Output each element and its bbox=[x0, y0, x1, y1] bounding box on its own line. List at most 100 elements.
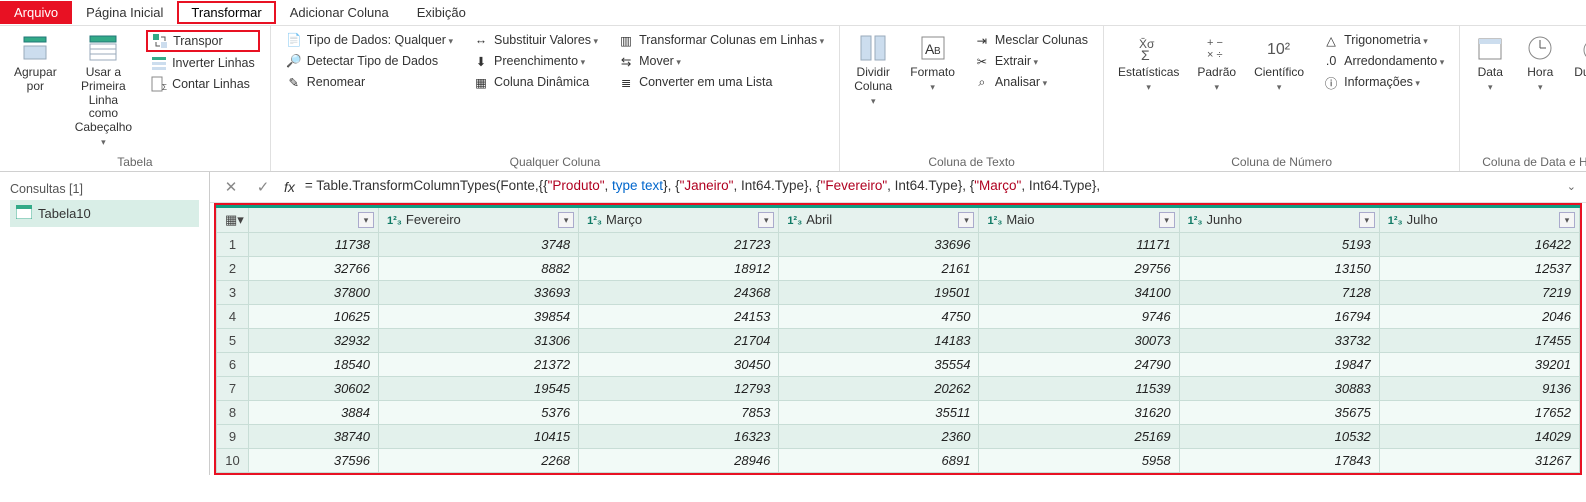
cell[interactable]: 7853 bbox=[579, 400, 779, 424]
replace-values-button[interactable]: ↔Substituir Valores bbox=[468, 30, 603, 50]
move-button[interactable]: ⇆Mover bbox=[613, 51, 829, 71]
filter-dropdown-icon[interactable]: ▾ bbox=[558, 212, 574, 228]
rename-button[interactable]: ✎Renomear bbox=[281, 72, 458, 92]
info-button[interactable]: ⓘInformações bbox=[1318, 72, 1449, 92]
cell[interactable]: 19501 bbox=[779, 280, 979, 304]
cell[interactable]: 14183 bbox=[779, 328, 979, 352]
fill-button[interactable]: ⬇Preenchimento bbox=[468, 51, 603, 71]
table-row[interactable]: 1117383748217233369611171519316422 bbox=[217, 232, 1580, 256]
cell[interactable]: 21723 bbox=[579, 232, 779, 256]
cell[interactable]: 39854 bbox=[379, 304, 579, 328]
rounding-button[interactable]: .0Arredondamento bbox=[1318, 51, 1449, 71]
cell[interactable]: 10532 bbox=[1179, 424, 1379, 448]
group-by-button[interactable]: Agrupar por bbox=[10, 30, 61, 96]
row-number[interactable]: 3 bbox=[217, 280, 249, 304]
cell[interactable]: 35554 bbox=[779, 352, 979, 376]
filter-dropdown-icon[interactable]: ▾ bbox=[758, 212, 774, 228]
split-column-button[interactable]: Dividir Coluna bbox=[850, 30, 896, 109]
format-button[interactable]: ABFormato bbox=[906, 30, 959, 96]
table-row[interactable]: 3378003369324368195013410071287219 bbox=[217, 280, 1580, 304]
cell[interactable]: 17652 bbox=[1379, 400, 1579, 424]
cell[interactable]: 20262 bbox=[779, 376, 979, 400]
cell[interactable]: 37800 bbox=[249, 280, 379, 304]
cell[interactable]: 33732 bbox=[1179, 328, 1379, 352]
cell[interactable]: 7219 bbox=[1379, 280, 1579, 304]
use-first-row-headers-button[interactable]: Usar a Primeira Linha como Cabeçalho bbox=[71, 30, 136, 151]
cell[interactable]: 5958 bbox=[979, 448, 1179, 472]
parse-button[interactable]: ⌕Analisar bbox=[969, 72, 1093, 92]
cell[interactable]: 29756 bbox=[979, 256, 1179, 280]
cell[interactable]: 28946 bbox=[579, 448, 779, 472]
cell[interactable]: 31306 bbox=[379, 328, 579, 352]
cell[interactable]: 24153 bbox=[579, 304, 779, 328]
cell[interactable]: 11539 bbox=[979, 376, 1179, 400]
cell[interactable]: 12793 bbox=[579, 376, 779, 400]
filter-dropdown-icon[interactable]: ▾ bbox=[1359, 212, 1375, 228]
tab-add-column[interactable]: Adicionar Coluna bbox=[276, 1, 403, 24]
cell[interactable]: 39201 bbox=[1379, 352, 1579, 376]
trig-button[interactable]: △Trigonometria bbox=[1318, 30, 1449, 50]
column-header[interactable]: 1²₃Abril▾ bbox=[779, 206, 979, 232]
table-row[interactable]: 1037596226828946689159581784331267 bbox=[217, 448, 1580, 472]
filter-dropdown-icon[interactable]: ▾ bbox=[1559, 212, 1575, 228]
row-number[interactable]: 10 bbox=[217, 448, 249, 472]
cell[interactable]: 34100 bbox=[979, 280, 1179, 304]
cell[interactable]: 35511 bbox=[779, 400, 979, 424]
cell[interactable]: 2046 bbox=[1379, 304, 1579, 328]
cell[interactable]: 38740 bbox=[249, 424, 379, 448]
scientific-button[interactable]: 10²Científico bbox=[1250, 30, 1308, 96]
row-number[interactable]: 7 bbox=[217, 376, 249, 400]
column-header[interactable]: 1²₃Março▾ bbox=[579, 206, 779, 232]
cell[interactable]: 24790 bbox=[979, 352, 1179, 376]
cell[interactable]: 24368 bbox=[579, 280, 779, 304]
cell[interactable]: 2360 bbox=[779, 424, 979, 448]
duration-button[interactable]: Duraçã bbox=[1570, 30, 1586, 96]
table-row[interactable]: 618540213723045035554247901984739201 bbox=[217, 352, 1580, 376]
cell[interactable]: 30883 bbox=[1179, 376, 1379, 400]
cell[interactable]: 19545 bbox=[379, 376, 579, 400]
column-header[interactable]: 1²₃Fevereiro▾ bbox=[379, 206, 579, 232]
cell[interactable]: 2268 bbox=[379, 448, 579, 472]
row-number[interactable]: 2 bbox=[217, 256, 249, 280]
standard-button[interactable]: + −× ÷Padrão bbox=[1193, 30, 1240, 96]
cell[interactable]: 17843 bbox=[1179, 448, 1379, 472]
row-number[interactable]: 6 bbox=[217, 352, 249, 376]
rownum-header[interactable]: ▦▾ bbox=[217, 206, 249, 232]
cell[interactable]: 17455 bbox=[1379, 328, 1579, 352]
column-header[interactable]: 1²₃Maio▾ bbox=[979, 206, 1179, 232]
tab-file[interactable]: Arquivo bbox=[0, 1, 72, 24]
expand-formula-button[interactable]: ⌄ bbox=[1567, 180, 1576, 193]
cell[interactable]: 9136 bbox=[1379, 376, 1579, 400]
date-button[interactable]: Data bbox=[1470, 30, 1510, 96]
cell[interactable]: 25169 bbox=[979, 424, 1179, 448]
merge-columns-button[interactable]: ⇥Mesclar Colunas bbox=[969, 30, 1093, 50]
data-type-button[interactable]: 📄Tipo de Dados: Qualquer bbox=[281, 30, 458, 50]
filter-dropdown-icon[interactable]: ▾ bbox=[358, 212, 374, 228]
cancel-formula-button[interactable]: ✕ bbox=[220, 178, 242, 196]
cell[interactable]: 33696 bbox=[779, 232, 979, 256]
accept-formula-button[interactable]: ✓ bbox=[252, 178, 274, 196]
cell[interactable]: 14029 bbox=[1379, 424, 1579, 448]
cell[interactable]: 16794 bbox=[1179, 304, 1379, 328]
cell[interactable]: 10625 bbox=[249, 304, 379, 328]
cell[interactable]: 2161 bbox=[779, 256, 979, 280]
cell[interactable]: 3884 bbox=[249, 400, 379, 424]
cell[interactable]: 19847 bbox=[1179, 352, 1379, 376]
cell[interactable]: 21372 bbox=[379, 352, 579, 376]
row-number[interactable]: 8 bbox=[217, 400, 249, 424]
cell[interactable]: 30073 bbox=[979, 328, 1179, 352]
cell[interactable]: 32766 bbox=[249, 256, 379, 280]
cell[interactable]: 7128 bbox=[1179, 280, 1379, 304]
time-button[interactable]: Hora bbox=[1520, 30, 1560, 96]
transpose-button[interactable]: Transpor bbox=[146, 30, 260, 52]
tab-transform[interactable]: Transformar bbox=[177, 1, 275, 24]
cell[interactable]: 5376 bbox=[379, 400, 579, 424]
row-number[interactable]: 5 bbox=[217, 328, 249, 352]
cell[interactable]: 11171 bbox=[979, 232, 1179, 256]
cell[interactable]: 16422 bbox=[1379, 232, 1579, 256]
tab-view[interactable]: Exibição bbox=[403, 1, 480, 24]
cell[interactable]: 5193 bbox=[1179, 232, 1379, 256]
filter-dropdown-icon[interactable]: ▾ bbox=[1159, 212, 1175, 228]
cell[interactable]: 3748 bbox=[379, 232, 579, 256]
filter-dropdown-icon[interactable]: ▾ bbox=[958, 212, 974, 228]
